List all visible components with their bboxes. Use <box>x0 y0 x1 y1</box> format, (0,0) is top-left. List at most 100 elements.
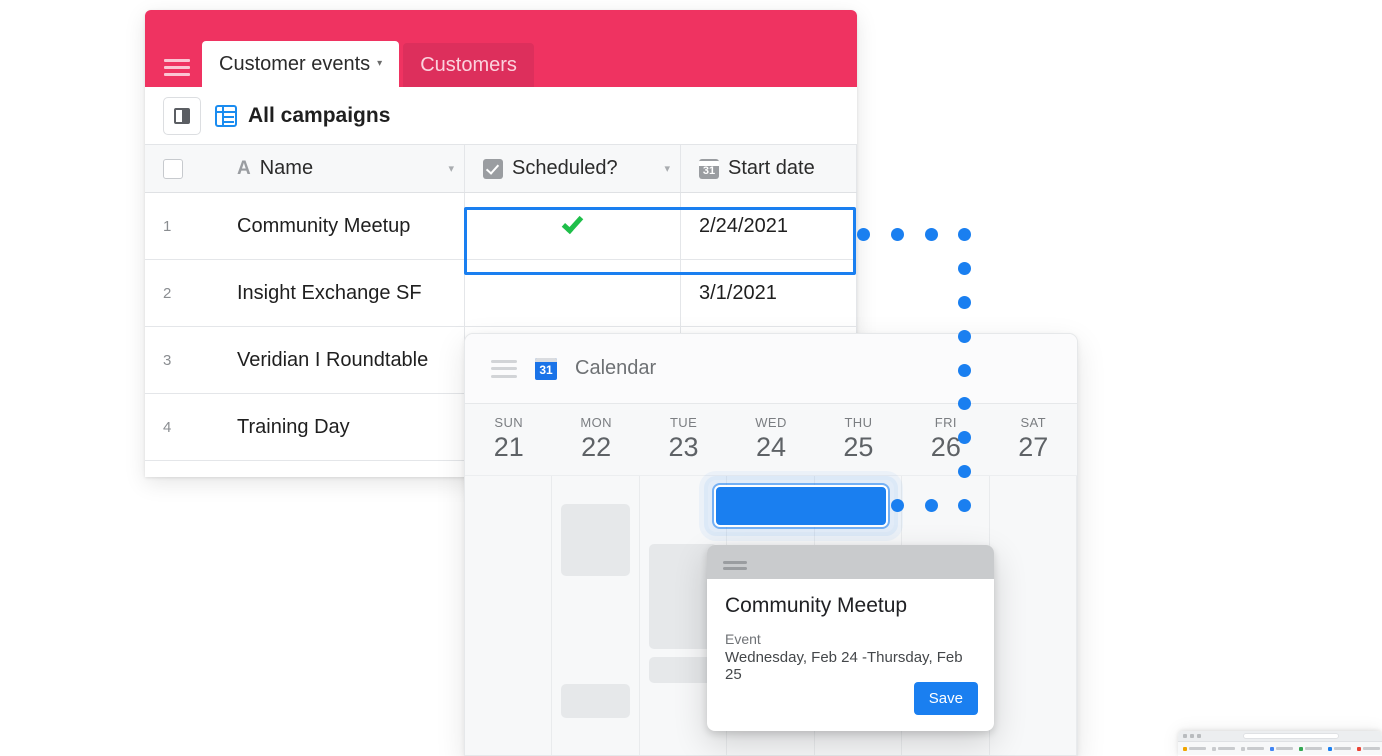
calendar-day-header[interactable]: THU 25 <box>815 414 902 464</box>
day-of-week: MON <box>580 414 612 430</box>
calendar-title: Calendar <box>575 357 657 379</box>
row-number: 2 <box>163 284 172 302</box>
tab-customer-events[interactable]: Customer events ▾ <box>202 41 400 87</box>
day-of-week: THU <box>844 414 873 430</box>
calendar-day-header[interactable]: WED 24 <box>727 414 814 464</box>
column-header-scheduled[interactable]: Scheduled? ▾ <box>465 145 681 192</box>
browser-window-thumbnail <box>1178 731 1382 756</box>
calendar-event-block <box>714 485 888 527</box>
event-card-title: Community Meetup <box>725 594 908 617</box>
day-number: 22 <box>581 432 612 463</box>
checkbox-field-icon <box>483 158 503 179</box>
table-row[interactable]: 1 Community Meetup 2/24/2021 <box>145 193 857 260</box>
event-card-body: Community Meetup Event Wednesday, Feb 24… <box>707 579 994 731</box>
calendar-topbar: 31 Calendar <box>465 334 1077 404</box>
select-all-cell <box>145 145 219 192</box>
browser-url-bar <box>1242 733 1339 739</box>
hamburger-icon[interactable] <box>491 359 517 378</box>
column-header-start-date-label: Start date <box>728 157 815 179</box>
bookmark-item <box>1357 746 1380 751</box>
column-header-name-label: Name <box>259 157 314 179</box>
day-number: 27 <box>1018 432 1049 463</box>
day-of-week: WED <box>755 414 787 430</box>
view-toolbar: All campaigns <box>145 87 857 145</box>
tab-customers-label: Customers <box>420 53 517 76</box>
table-app-topbar: Customer events ▾ Customers <box>145 10 857 87</box>
select-all-checkbox[interactable] <box>163 158 183 179</box>
tab-strip: Customer events ▾ Customers <box>202 41 534 87</box>
hamburger-icon[interactable] <box>164 56 190 78</box>
connector-dot <box>958 330 971 343</box>
connector-dot <box>958 364 971 377</box>
connector-dot <box>925 228 938 241</box>
placeholder-event <box>561 504 630 576</box>
calendar-column-sun[interactable] <box>465 476 553 755</box>
google-calendar-icon: 31 <box>535 357 557 380</box>
chevron-down-icon[interactable]: ▾ <box>664 162 670 175</box>
cell-name[interactable]: Community Meetup <box>219 193 465 259</box>
date-field-icon: 31 <box>699 158 719 179</box>
connector-dot <box>857 228 870 241</box>
bookmark-item <box>1183 746 1206 751</box>
calendar-column-mon[interactable] <box>552 476 640 755</box>
text-field-icon: A <box>237 158 251 179</box>
view-selector[interactable]: All campaigns <box>215 104 390 128</box>
row-number: 1 <box>163 217 172 235</box>
connector-dot <box>958 228 971 241</box>
day-of-week: TUE <box>669 414 698 430</box>
bookmark-item <box>1241 746 1264 751</box>
chevron-down-icon[interactable]: ▾ <box>377 59 382 69</box>
connector-dot <box>958 431 971 444</box>
connector-dot <box>958 465 971 478</box>
day-number: 21 <box>493 432 524 463</box>
calendar-day-header[interactable]: MON 22 <box>552 414 639 464</box>
day-of-week: SAT <box>1020 414 1046 430</box>
calendar-days-header: SUN 21 MON 22 TUE 23 WED 24 THU 25 FRI 2… <box>465 404 1077 476</box>
cell-name[interactable]: Veridian I Roundtable <box>219 327 465 393</box>
table-row[interactable]: 2 Insight Exchange SF 3/1/2021 <box>145 260 857 327</box>
bookmark-item <box>1212 746 1235 751</box>
cell-start-date[interactable]: 3/1/2021 <box>681 260 857 326</box>
save-button[interactable]: Save <box>913 682 978 715</box>
browser-bookmarks-bar <box>1178 742 1382 755</box>
calendar-day-header[interactable]: TUE 23 <box>640 414 727 464</box>
view-name-label: All campaigns <box>248 103 391 127</box>
event-detail-card: Community Meetup Event Wednesday, Feb 24… <box>707 545 994 731</box>
drag-handle-icon[interactable] <box>707 545 994 579</box>
calendar-day-header[interactable]: FRI 26 <box>902 414 989 464</box>
browser-forward-icon <box>1190 734 1194 738</box>
calendar-day-header[interactable]: SUN 21 <box>465 415 552 464</box>
column-header-start-date[interactable]: 31 Start date <box>681 145 857 192</box>
event-card-date-range: Wednesday, Feb 24 -Thursday, Feb 25 <box>725 649 963 683</box>
panel-toggle-glyph <box>174 107 190 124</box>
day-number: 24 <box>755 432 786 463</box>
calendar-day-header[interactable]: SAT 27 <box>990 414 1077 464</box>
column-header-name[interactable]: A Name ▾ <box>219 145 465 192</box>
connector-dot <box>958 397 971 410</box>
browser-chrome-bar <box>1178 731 1382 742</box>
tab-customers[interactable]: Customers <box>403 43 534 87</box>
bookmark-item <box>1270 746 1293 751</box>
table-header-row: A Name ▾ Scheduled? ▾ 31 Start date <box>145 145 857 193</box>
day-number: 26 <box>930 432 961 463</box>
chevron-down-icon[interactable]: ▾ <box>448 162 454 175</box>
cell-scheduled[interactable] <box>465 193 681 259</box>
bookmark-item <box>1328 746 1351 751</box>
browser-reload-icon <box>1197 734 1201 738</box>
placeholder-event <box>561 684 630 718</box>
day-number: 25 <box>843 432 874 463</box>
cell-name[interactable]: Training Day <box>219 394 465 460</box>
calendar-column-sat[interactable] <box>990 476 1077 755</box>
connector-dot <box>958 296 971 309</box>
event-card-kind: Event <box>725 631 761 647</box>
cell-start-date[interactable]: 2/24/2021 <box>681 193 857 259</box>
panel-toggle-icon[interactable] <box>163 96 201 135</box>
calendar-event-community-meetup[interactable] <box>708 480 894 532</box>
connector-dot <box>891 499 904 512</box>
day-of-week: FRI <box>934 414 957 430</box>
check-icon <box>561 211 584 235</box>
cell-scheduled[interactable] <box>465 260 681 326</box>
grid-view-icon <box>215 104 237 127</box>
cell-name[interactable]: Insight Exchange SF <box>219 260 465 326</box>
row-number: 4 <box>163 418 172 436</box>
